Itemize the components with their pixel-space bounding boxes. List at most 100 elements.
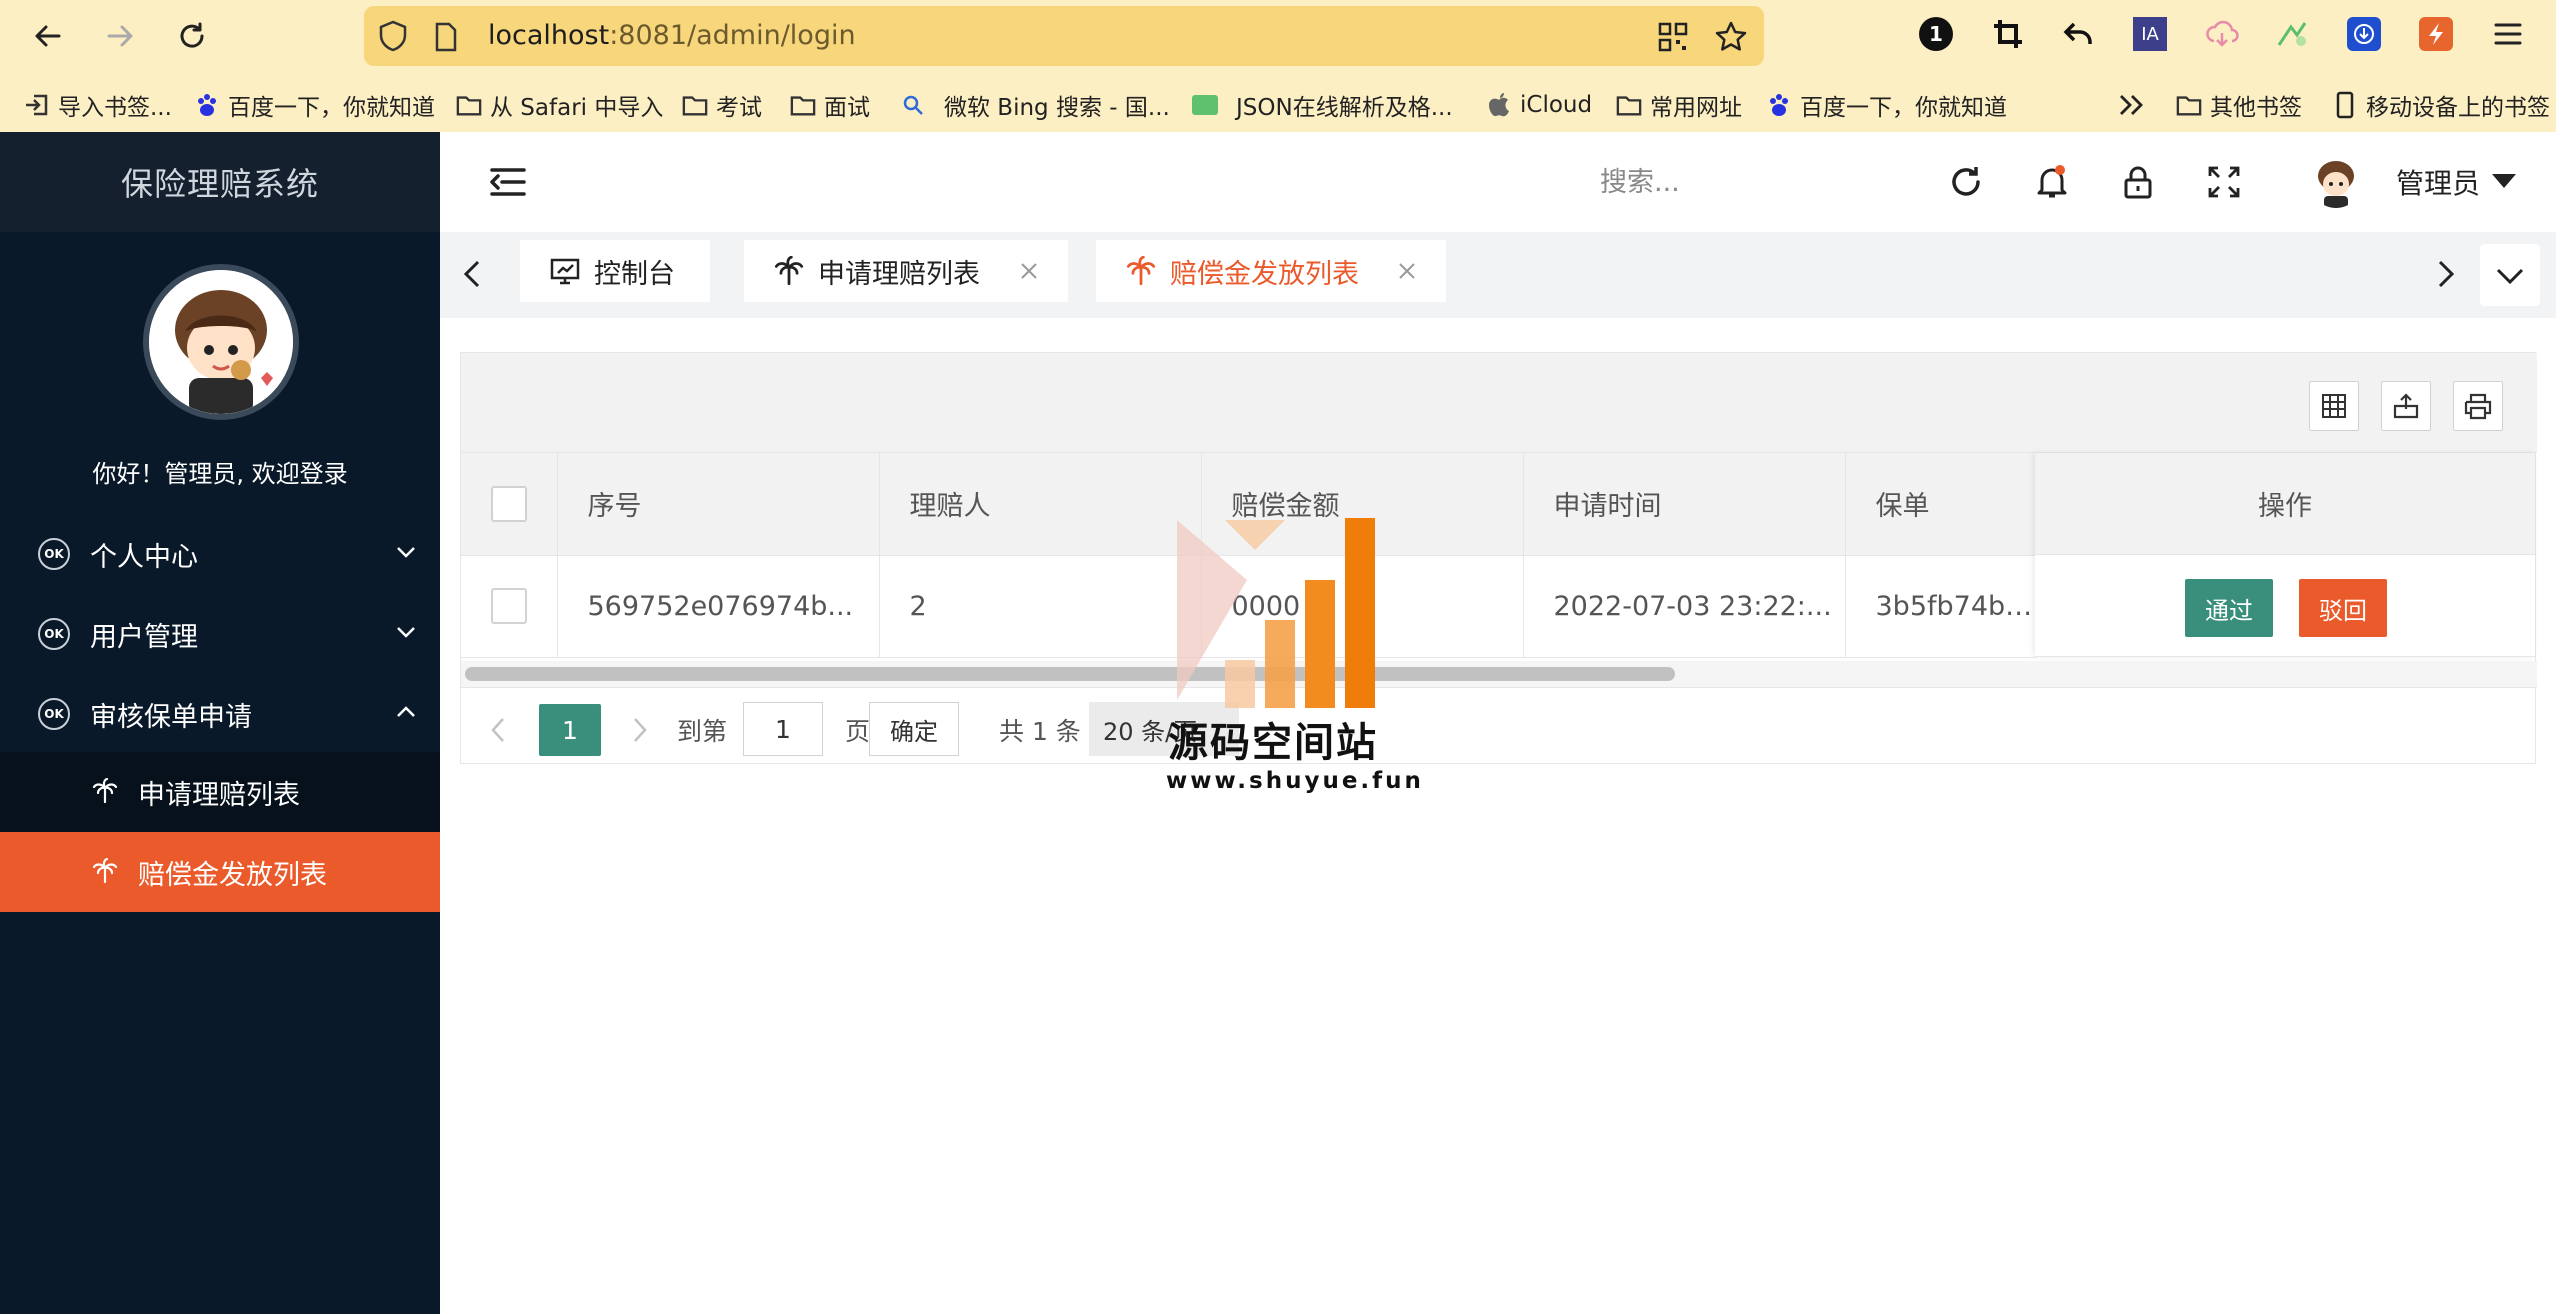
- chevron-down-icon: [397, 627, 415, 638]
- next-page-icon[interactable]: [629, 716, 651, 744]
- reload-icon[interactable]: [170, 14, 214, 58]
- qr-code-icon[interactable]: [1658, 22, 1688, 52]
- back-icon[interactable]: [26, 14, 70, 58]
- system-title: 保险理赔系统: [0, 132, 440, 232]
- tab-compensation-list[interactable]: 赔偿金发放列表: [1096, 240, 1446, 302]
- reject-button[interactable]: 驳回: [2299, 579, 2387, 637]
- export-button[interactable]: [2381, 381, 2431, 431]
- caret-down-icon[interactable]: [2492, 174, 2516, 188]
- prev-page-icon[interactable]: [487, 716, 509, 744]
- column-header-amount[interactable]: 赔偿金额: [1201, 453, 1524, 556]
- ia-extension-icon[interactable]: IA: [2130, 14, 2170, 54]
- crop-icon[interactable]: [1988, 14, 2028, 54]
- bookmarks-overflow-icon[interactable]: [2118, 86, 2146, 124]
- chevron-down-icon: [2496, 268, 2524, 285]
- lock-icon[interactable]: [2120, 164, 2156, 200]
- user-avatar[interactable]: [2310, 156, 2362, 208]
- page-number-current[interactable]: 1: [539, 704, 601, 756]
- forward-icon[interactable]: [98, 14, 142, 58]
- actions-column: 操作 通过 驳回: [2035, 453, 2535, 657]
- sidebar-item-personal-center[interactable]: OK 个人中心: [0, 514, 440, 594]
- close-icon[interactable]: [1020, 262, 1038, 280]
- address-bar[interactable]: localhost:8081/admin/login: [364, 6, 1764, 66]
- welcome-text: 你好！管理员, 欢迎登录: [92, 460, 348, 488]
- undo-icon[interactable]: [2058, 14, 2098, 54]
- cell-policy: 3b5fb74b048: [1845, 555, 2036, 658]
- bell-icon[interactable]: [2034, 164, 2070, 200]
- sidebar-item-user-management[interactable]: OK 用户管理: [0, 594, 440, 674]
- watermark-url: www.shuyue.fun: [1166, 768, 1424, 794]
- bookmark-import[interactable]: 导入书签...: [24, 86, 172, 124]
- lightning-extension-icon[interactable]: [2416, 14, 2456, 54]
- search-input[interactable]: [1600, 158, 1850, 206]
- column-header-actions: 操作: [2035, 453, 2535, 555]
- browser-toolbar: localhost:8081/admin/login 1 IA 导入书签...: [0, 0, 2556, 132]
- chevron-up-icon: [397, 706, 415, 717]
- table-row: 569752e076974b... 2 0000 2022-07-03 23:2…: [461, 555, 2036, 658]
- scrollbar-thumb[interactable]: [465, 667, 1675, 681]
- user-name[interactable]: 管理员: [2396, 162, 2480, 202]
- menu-icon[interactable]: [2488, 14, 2528, 54]
- cell-claimant: 2: [879, 555, 1202, 658]
- row-select-cell: [461, 555, 558, 658]
- column-header-apply-time[interactable]: 申请时间: [1523, 453, 1846, 556]
- palm-tree-icon: [1126, 256, 1156, 286]
- top-header: 管理员: [440, 132, 2556, 232]
- star-icon[interactable]: [1714, 20, 1748, 54]
- data-table-panel: 序号 理赔人 赔偿金额 申请时间 保单 569752e076974b... 2 …: [460, 352, 2537, 764]
- bookmark-common-sites[interactable]: 常用网址: [1616, 86, 1742, 124]
- column-header-policy[interactable]: 保单: [1845, 453, 2036, 556]
- baidu-paw-icon: [1766, 92, 1792, 118]
- bookmark-baidu[interactable]: 百度一下，你就知道: [194, 86, 435, 124]
- folder-icon: [682, 92, 708, 118]
- bookmark-bing[interactable]: 微软 Bing 搜索 - 国...: [900, 86, 1170, 124]
- folder-icon: [2176, 92, 2202, 118]
- refresh-icon[interactable]: [1948, 164, 1984, 200]
- folder-icon: [456, 92, 482, 118]
- tab-dashboard[interactable]: 控制台: [520, 240, 710, 302]
- bookmark-baidu-2[interactable]: 百度一下，你就知道: [1766, 86, 2007, 124]
- row-checkbox[interactable]: [490, 588, 527, 624]
- fullscreen-icon[interactable]: [2206, 164, 2242, 200]
- tabs-dropdown-button[interactable]: [2480, 244, 2540, 306]
- sidebar-item-policy-review[interactable]: OK 审核保单申请: [0, 674, 440, 754]
- column-header-claimant[interactable]: 理赔人: [879, 453, 1202, 556]
- tabs-scroll-left-icon[interactable]: [452, 254, 492, 294]
- apple-icon: [1486, 92, 1512, 118]
- bookmark-other[interactable]: 其他书签: [2176, 86, 2302, 124]
- cloud-download-icon[interactable]: [2202, 14, 2242, 54]
- menu-toggle-icon[interactable]: [488, 162, 528, 202]
- sidebar-subitem-compensation-list[interactable]: 赔偿金发放列表: [0, 832, 440, 912]
- folder-icon: [1616, 92, 1642, 118]
- horizontal-scrollbar[interactable]: [461, 661, 2537, 687]
- json-icon: [1192, 92, 1218, 118]
- frog-extension-icon[interactable]: [2272, 14, 2312, 54]
- grid-columns-icon: [2322, 394, 2346, 418]
- select-all-cell: [461, 453, 558, 556]
- download-extension-icon[interactable]: [2344, 14, 2384, 54]
- bookmark-mobile[interactable]: 移动设备上的书签: [2332, 86, 2550, 124]
- column-header-id[interactable]: 序号: [557, 453, 880, 556]
- column-filter-button[interactable]: [2309, 381, 2359, 431]
- bookmark-icloud[interactable]: iCloud: [1486, 86, 1592, 124]
- approve-button[interactable]: 通过: [2185, 579, 2273, 637]
- page-unit-label: 页: [845, 717, 871, 746]
- ok-icon: OK: [38, 538, 70, 570]
- password-manager-icon[interactable]: 1: [1916, 14, 1956, 54]
- palm-tree-icon: [774, 256, 804, 286]
- goto-confirm-button[interactable]: 确定: [869, 702, 959, 756]
- tabs-scroll-right-icon[interactable]: [2426, 254, 2466, 294]
- tab-claim-list[interactable]: 申请理赔列表: [744, 240, 1068, 302]
- goto-page-input[interactable]: [743, 702, 823, 756]
- sidebar: 保险理赔系统 你好！管理员, 欢迎登录 OK 个人中心 OK 用户管理 OK 审…: [0, 132, 440, 1314]
- close-icon[interactable]: [1398, 262, 1416, 280]
- page-icon: [435, 22, 457, 52]
- bookmark-exam[interactable]: 考试: [682, 86, 762, 124]
- print-button[interactable]: [2453, 381, 2503, 431]
- select-all-checkbox[interactable]: [490, 485, 527, 522]
- bookmark-interview[interactable]: 面试: [790, 86, 870, 124]
- bookmark-safari-import[interactable]: 从 Safari 中导入: [456, 86, 663, 124]
- bookmark-json[interactable]: JSON在线解析及格...: [1192, 86, 1453, 124]
- sidebar-subitem-claim-list[interactable]: 申请理赔列表: [0, 752, 440, 832]
- table-header-row: 序号 理赔人 赔偿金额 申请时间 保单: [461, 453, 2036, 556]
